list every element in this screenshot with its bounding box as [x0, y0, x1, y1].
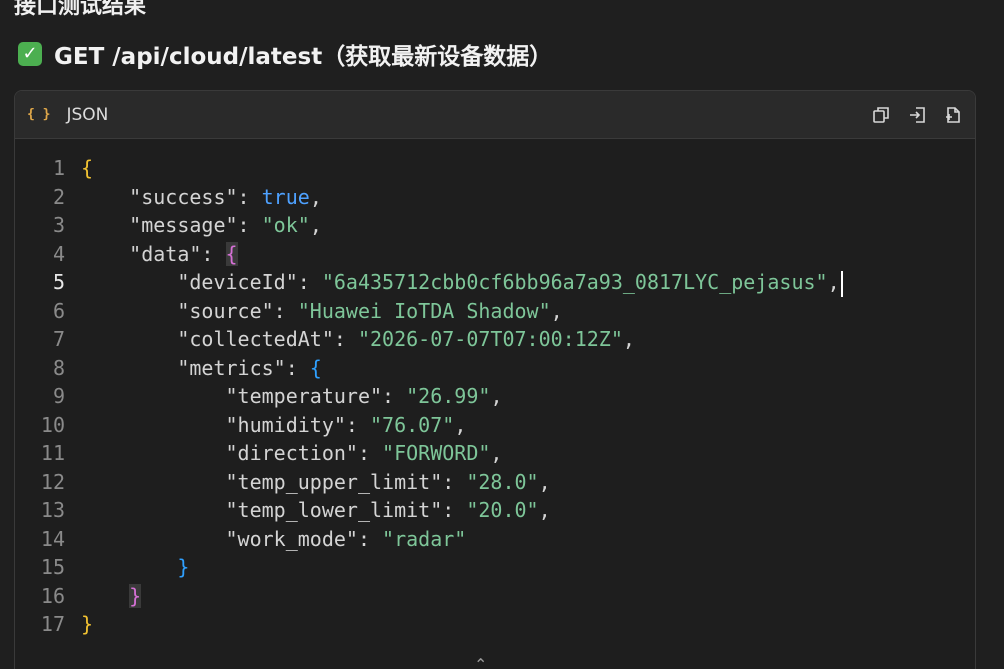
json-value: true — [261, 184, 310, 209]
code-line: 6 "source": "Huawei IoTDA Shadow", — [15, 297, 975, 326]
line-number: 16 — [40, 583, 65, 608]
language-indicator: { } JSON — [27, 105, 108, 125]
export-button[interactable] — [907, 105, 927, 125]
json-key: "humidity" — [225, 412, 346, 437]
page: 接口测试结果 ✓ GET /api/cloud/latest（获取最新设备数据）… — [0, 0, 1004, 669]
json-key: "temp_upper_limit" — [225, 469, 443, 494]
copy-icon — [873, 106, 889, 123]
json-key: "temperature" — [225, 384, 383, 408]
code-line: 11 "direction": "FORWORD", — [15, 439, 975, 468]
line-number: 1 — [52, 156, 65, 180]
code-line: 10 "humidity": "76.07", — [15, 411, 975, 440]
code-line: 13 "temp_lower_limit": "20.0", — [15, 496, 975, 525]
json-key: "collectedAt" — [177, 327, 334, 351]
code-line: 12 "temp_upper_limit": "28.0", — [15, 468, 975, 497]
json-value: "6a435712cbb0cf6bb96a7a93_0817LYC_pejasu… — [321, 270, 828, 294]
line-number: 7 — [52, 327, 65, 351]
code-block-header: { } JSON — [15, 91, 975, 139]
json-value: "radar" — [382, 526, 467, 551]
json-key: "data" — [129, 241, 202, 266]
json-key: "message" — [129, 213, 238, 237]
json-key: "work_mode" — [225, 526, 358, 551]
copy-button[interactable] — [871, 105, 891, 125]
line-number: 5 — [52, 270, 65, 294]
line-number: 17 — [40, 612, 65, 636]
code-line: 4 "data": { — [15, 240, 975, 269]
line-number: 8 — [52, 355, 65, 380]
line-number: 14 — [40, 526, 65, 551]
code-line: 7 "collectedAt": "2026-07-07T07:00:12Z", — [15, 325, 975, 354]
language-label: JSON — [66, 104, 109, 125]
json-key: "deviceId" — [177, 270, 298, 294]
code-line: 9 "temperature": "26.99", — [15, 382, 975, 411]
json-key: "metrics" — [177, 355, 286, 380]
chevron-up-icon[interactable]: ⌃ — [474, 655, 487, 669]
json-value: "Huawei IoTDA Shadow" — [297, 298, 551, 323]
endpoint-row: ✓ GET /api/cloud/latest（获取最新设备数据） — [18, 38, 552, 70]
json-value: "20.0" — [466, 498, 539, 522]
line-number: 12 — [40, 469, 65, 494]
save-file-icon — [946, 106, 960, 123]
endpoint-title: GET /api/cloud/latest（获取最新设备数据） — [54, 44, 553, 70]
code-line: 16 } — [15, 582, 975, 611]
code-line: 15 } — [15, 553, 975, 582]
code-line: 1{ — [15, 154, 975, 183]
code-line: 14 "work_mode": "radar" — [15, 525, 975, 554]
line-number: 15 — [40, 555, 65, 579]
code-line: 3 "message": "ok", — [15, 211, 975, 240]
json-value: "76.07" — [370, 412, 455, 437]
save-file-button[interactable] — [943, 105, 963, 125]
json-key: "source" — [177, 298, 274, 323]
json-value: "26.99" — [406, 384, 491, 408]
code-block-actions — [871, 105, 963, 125]
line-number: 9 — [52, 384, 65, 408]
code-line: 8 "metrics": { — [15, 354, 975, 383]
line-number: 3 — [52, 213, 65, 237]
json-value: "2026-07-07T07:00:12Z" — [357, 327, 623, 351]
line-number: 4 — [52, 241, 65, 266]
line-number: 11 — [40, 441, 65, 465]
code-line: 2 "success": true, — [15, 183, 975, 212]
code-editor[interactable]: 1{ 2 "success": true, 3 "message": "ok",… — [15, 139, 975, 639]
line-number: 2 — [52, 184, 65, 209]
json-key: "direction" — [225, 441, 358, 465]
json-value: "FORWORD" — [382, 441, 491, 465]
section-heading: 接口测试结果 — [14, 0, 147, 19]
export-icon — [910, 106, 925, 123]
json-key: "temp_lower_limit" — [225, 498, 443, 522]
braces-icon: { } — [27, 107, 51, 122]
json-key: "success" — [129, 184, 238, 209]
check-icon: ✓ — [18, 42, 42, 66]
code-line: 17} — [15, 610, 975, 639]
code-block: { } JSON 1 {2 "success": true, 3 "messa… — [14, 90, 976, 669]
json-value: "28.0" — [466, 469, 539, 494]
code-line-active: 5 "deviceId": "6a435712cbb0cf6bb96a7a93_… — [15, 268, 975, 297]
text-cursor — [840, 270, 843, 297]
line-number: 6 — [52, 298, 65, 323]
json-value: "ok" — [261, 213, 310, 237]
line-number: 10 — [40, 412, 65, 437]
line-number: 13 — [40, 498, 65, 522]
